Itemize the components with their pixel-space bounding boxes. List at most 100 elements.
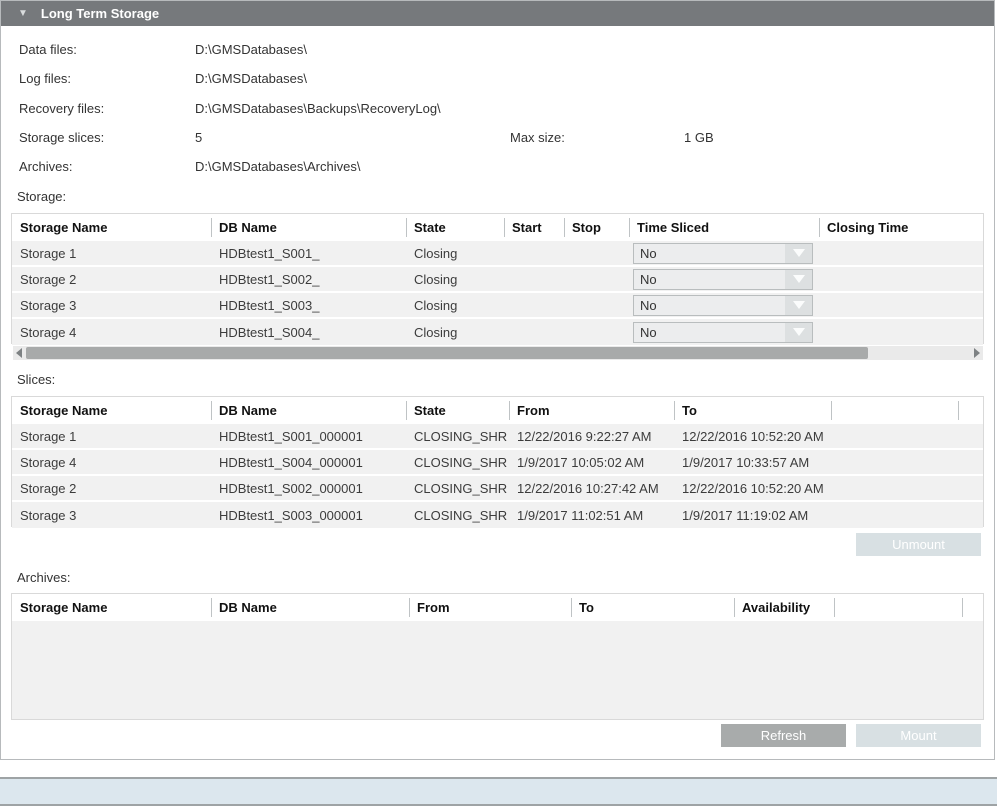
- column-header-empty: [834, 594, 963, 621]
- data-files-value: D:\GMSDatabases\: [195, 41, 307, 59]
- slices-table-row[interactable]: Storage 2 HDBtest1_S002_000001 CLOSING_S…: [12, 476, 983, 502]
- dropdown-button[interactable]: [785, 244, 812, 263]
- dropdown-button[interactable]: [785, 296, 812, 315]
- cell-from: 12/22/2016 10:27:42 AM: [509, 476, 674, 500]
- cell-stop: [564, 293, 629, 317]
- chevron-down-icon: [793, 249, 805, 257]
- column-header-state: State: [406, 397, 509, 424]
- cell-db-name: HDBtest1_S003_: [211, 293, 406, 317]
- cell-storage-name: Storage 3: [12, 502, 211, 528]
- storage-horizontal-scrollbar[interactable]: [13, 346, 983, 360]
- column-header-from: From: [409, 594, 571, 621]
- slices-table-row[interactable]: Storage 4 HDBtest1_S004_000001 CLOSING_S…: [12, 450, 983, 476]
- cell-start: [504, 267, 564, 291]
- cell-time-sliced: No: [629, 267, 819, 291]
- time-sliced-dropdown[interactable]: No: [633, 322, 813, 343]
- cell-closing-time: [819, 267, 983, 291]
- cell-start: [504, 293, 564, 317]
- cell-storage-name: Storage 3: [12, 293, 211, 317]
- cell-stop: [564, 241, 629, 265]
- cell-stop: [564, 319, 629, 345]
- cell-trailing: [959, 476, 983, 500]
- cell-from: 12/22/2016 9:22:27 AM: [509, 424, 674, 448]
- cell-state: CLOSING_SHR: [406, 424, 509, 448]
- column-header-start: Start: [504, 214, 564, 241]
- refresh-button[interactable]: Refresh: [721, 724, 846, 747]
- chevron-down-icon: [793, 328, 805, 336]
- archives-table-header: Storage Name DB Name From To Availabilit…: [12, 594, 983, 621]
- cell-state: Closing: [406, 241, 504, 265]
- slices-table-header: Storage Name DB Name State From To: [12, 397, 983, 424]
- column-header-empty: [831, 397, 959, 424]
- storage-table-row[interactable]: Storage 4 HDBtest1_S004_ Closing No: [12, 319, 983, 345]
- cell-db-name: HDBtest1_S003_000001: [211, 502, 406, 528]
- scroll-left-arrow-icon[interactable]: [16, 348, 22, 358]
- cell-to: 1/9/2017 11:19:02 AM: [674, 502, 831, 528]
- storage-table-row[interactable]: Storage 2 HDBtest1_S002_ Closing No: [12, 267, 983, 293]
- cell-to: 12/22/2016 10:52:20 AM: [674, 476, 831, 500]
- cell-db-name: HDBtest1_S001_000001: [211, 424, 406, 448]
- panel-title: Long Term Storage: [41, 6, 159, 21]
- chevron-down-icon: [793, 275, 805, 283]
- column-header-state: State: [406, 214, 504, 241]
- time-sliced-dropdown[interactable]: No: [633, 295, 813, 316]
- archives-path-value: D:\GMSDatabases\Archives\: [195, 158, 360, 176]
- chevron-down-icon: [793, 301, 805, 309]
- cell-empty: [831, 476, 959, 500]
- cell-time-sliced: No: [629, 241, 819, 265]
- recovery-files-value: D:\GMSDatabases\Backups\RecoveryLog\: [195, 100, 441, 118]
- slices-table-row[interactable]: Storage 3 HDBtest1_S003_000001 CLOSING_S…: [12, 502, 983, 528]
- cell-state: Closing: [406, 293, 504, 317]
- cell-closing-time: [819, 241, 983, 265]
- collapse-triangle-icon[interactable]: ▼: [18, 9, 28, 19]
- mount-button[interactable]: Mount: [856, 724, 981, 747]
- column-header-storage-name: Storage Name: [12, 594, 211, 621]
- cell-empty: [831, 502, 959, 528]
- cell-state: Closing: [406, 267, 504, 291]
- max-size-value: 1 GB: [684, 129, 714, 147]
- unmount-button[interactable]: Unmount: [856, 533, 981, 556]
- cell-state: CLOSING_SHR: [406, 450, 509, 474]
- column-header-db-name: DB Name: [211, 214, 406, 241]
- cell-db-name: HDBtest1_S001_: [211, 241, 406, 265]
- cell-closing-time: [819, 293, 983, 317]
- log-files-value: D:\GMSDatabases\: [195, 70, 307, 88]
- storage-slices-value: 5: [195, 129, 202, 147]
- column-header-db-name: DB Name: [211, 594, 409, 621]
- column-header-to: To: [571, 594, 734, 621]
- time-sliced-dropdown[interactable]: No: [633, 269, 813, 290]
- cell-from: 1/9/2017 11:02:51 AM: [509, 502, 674, 528]
- dropdown-button[interactable]: [785, 323, 812, 342]
- cell-trailing: [959, 450, 983, 474]
- cell-state: CLOSING_SHR: [406, 476, 509, 500]
- slices-table-row[interactable]: Storage 1 HDBtest1_S001_000001 CLOSING_S…: [12, 424, 983, 450]
- dropdown-value: No: [634, 272, 785, 287]
- dropdown-button[interactable]: [785, 270, 812, 289]
- cell-trailing: [959, 424, 983, 448]
- column-header-db-name: DB Name: [211, 397, 406, 424]
- time-sliced-dropdown[interactable]: No: [633, 243, 813, 264]
- scroll-right-arrow-icon[interactable]: [974, 348, 980, 358]
- archives-path-label: Archives:: [19, 158, 72, 176]
- cell-db-name: HDBtest1_S004_: [211, 319, 406, 345]
- cell-to: 1/9/2017 10:33:57 AM: [674, 450, 831, 474]
- column-header-from: From: [509, 397, 674, 424]
- max-size-label: Max size:: [510, 129, 565, 147]
- dropdown-value: No: [634, 325, 785, 340]
- cell-time-sliced: No: [629, 319, 819, 345]
- long-term-storage-panel: ▼ Long Term Storage Data files: D:\GMSDa…: [0, 0, 995, 760]
- cell-to: 12/22/2016 10:52:20 AM: [674, 424, 831, 448]
- cell-db-name: HDBtest1_S004_000001: [211, 450, 406, 474]
- cell-trailing: [959, 502, 983, 528]
- cell-storage-name: Storage 2: [12, 267, 211, 291]
- slices-table: Storage Name DB Name State From To Stora…: [11, 396, 984, 527]
- cell-empty: [831, 450, 959, 474]
- panel-header[interactable]: ▼ Long Term Storage: [1, 1, 994, 26]
- storage-table-row[interactable]: Storage 1 HDBtest1_S001_ Closing No: [12, 241, 983, 267]
- column-header-closing-time: Closing Time: [819, 214, 983, 241]
- scrollbar-thumb[interactable]: [26, 347, 868, 359]
- column-header-availability: Availability: [734, 594, 834, 621]
- storage-table-row[interactable]: Storage 3 HDBtest1_S003_ Closing No: [12, 293, 983, 319]
- cell-storage-name: Storage 1: [12, 241, 211, 265]
- cell-start: [504, 241, 564, 265]
